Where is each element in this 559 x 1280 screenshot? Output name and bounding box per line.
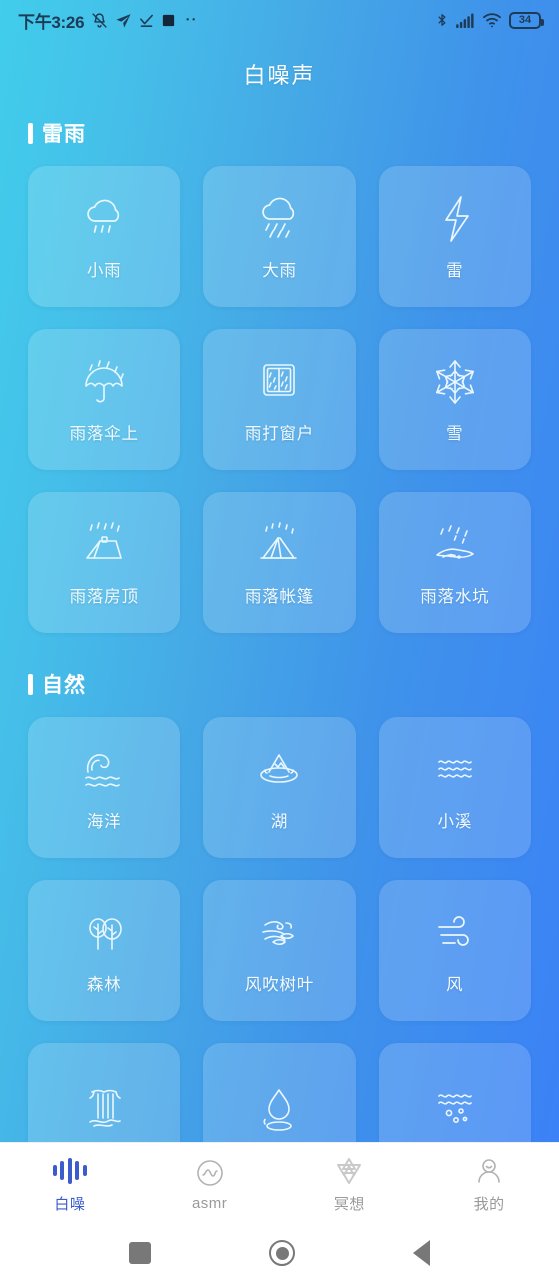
heavy-rain-cloud-icon [251, 193, 307, 245]
sound-card-label: 风 [446, 975, 464, 994]
waveform-icon [52, 1156, 87, 1186]
sound-card-thunder[interactable]: 雷 [378, 166, 531, 307]
battery-percent: 34 [518, 13, 532, 26]
sound-card-rain-on-window[interactable]: 雨打窗户 [203, 329, 356, 470]
sound-card-forest[interactable]: 森林 [28, 880, 181, 1021]
sound-card-rain-on-puddle[interactable]: 雨落水坑 [378, 492, 531, 633]
sound-list: 雷雨 小雨 大雨 雷 雨落伞上 雨打窗户 雪 雨落房顶 雨落帐篷 雨落水坑 自然… [0, 118, 559, 1142]
sound-card-label: 雨落房顶 [69, 587, 139, 606]
sound-card-label: 雷 [446, 261, 464, 280]
lightning-bolt-icon [427, 193, 483, 245]
snowflake-icon [427, 356, 483, 408]
sound-card-wind[interactable]: 风 [378, 880, 531, 1021]
back-triangle-button[interactable] [413, 1240, 430, 1266]
tab-asmr[interactable]: asmr [140, 1158, 280, 1212]
rain-window-icon [251, 356, 307, 408]
cellular-signal-icon [456, 12, 474, 28]
wifi-icon [483, 13, 501, 28]
waterfall-icon [76, 1082, 132, 1134]
sound-card-rain-on-tent[interactable]: 雨落帐篷 [203, 492, 356, 633]
battery-icon: 34 [509, 11, 544, 29]
status-time: 下午3:26 [18, 12, 85, 32]
phone-screen: 下午3:26 34 白噪声 雷雨 小雨 大雨 雷 雨落伞上 雨打窗户 雪 雨落房… [0, 0, 559, 1280]
bluetooth-icon [438, 14, 446, 26]
sound-card-lake[interactable]: 湖 [203, 717, 356, 858]
tab-label: 我的 [473, 1195, 505, 1213]
app-body: 下午3:26 34 白噪声 雷雨 小雨 大雨 雷 雨落伞上 雨打窗户 雪 雨落房… [0, 0, 559, 1142]
wind-leaves-icon [251, 907, 307, 959]
tab-profile[interactable]: 我的 [419, 1156, 559, 1214]
sound-card-label: 风吹树叶 [244, 975, 315, 994]
send-arrow-icon [116, 13, 131, 28]
sound-card-label: 雨落水坑 [420, 587, 490, 606]
square-icon [163, 14, 175, 26]
forest-trees-icon [76, 907, 132, 959]
section-title: 自然 [42, 674, 86, 697]
sound-card-light-rain[interactable]: 小雨 [28, 166, 181, 307]
mute-bell-icon [92, 12, 107, 28]
sound-card-ocean[interactable]: 海洋 [28, 717, 181, 858]
tab-meditation[interactable]: 冥想 [280, 1156, 420, 1214]
light-rain-cloud-icon [76, 193, 132, 245]
sound-grid-nature: 海洋 湖 小溪 森林 风吹树叶 风 [28, 717, 531, 1142]
umbrella-rain-icon [76, 356, 132, 408]
sound-card-rain-on-umbrella[interactable]: 雨落伞上 [28, 329, 181, 470]
sound-card-snow[interactable]: 雪 [378, 329, 531, 470]
ocean-wave-icon [76, 744, 132, 796]
person-icon [472, 1156, 506, 1186]
tab-label: asmr [191, 1194, 228, 1212]
water-drop-icon [251, 1082, 307, 1134]
sound-card-label: 小溪 [437, 812, 473, 831]
page-title: 白噪声 [243, 63, 316, 88]
sound-card-wind-leaves[interactable]: 风吹树叶 [203, 880, 356, 1021]
bubbles-icon [427, 1082, 483, 1134]
tab-label: 冥想 [333, 1195, 365, 1213]
status-bar-right: 34 [435, 11, 544, 29]
sound-card-stream[interactable]: 小溪 [378, 717, 531, 858]
tab-label: 白噪 [54, 1195, 86, 1213]
android-nav-bar [0, 1226, 559, 1280]
section-accent-bar [28, 673, 33, 695]
section-header-thunderstorm: 雷雨 [28, 118, 531, 148]
check-icon [140, 14, 154, 27]
sound-card-label: 森林 [86, 975, 122, 994]
recents-square-button[interactable] [129, 1242, 151, 1264]
tab-white-noise[interactable]: 白噪 [0, 1156, 140, 1214]
sound-card-rain-on-roof[interactable]: 雨落房顶 [28, 492, 181, 633]
sound-card-label: 小雨 [86, 261, 122, 280]
sound-grid-thunderstorm: 小雨 大雨 雷 雨落伞上 雨打窗户 雪 雨落房顶 雨落帐篷 雨落水坑 [28, 166, 531, 633]
status-bar: 下午3:26 34 [0, 0, 559, 40]
rain-puddle-icon [427, 519, 483, 571]
sound-card-waterfall[interactable] [28, 1043, 181, 1142]
status-bar-left: 下午3:26 [18, 8, 199, 33]
sound-wave-circle-icon [193, 1158, 227, 1188]
six-point-star-icon [332, 1156, 366, 1186]
sound-card-label: 海洋 [86, 812, 122, 831]
sound-card-label: 大雨 [262, 261, 297, 280]
bottom-tab-bar: 白噪 asmr 冥想 我的 [0, 1142, 559, 1226]
sound-card-bubbles[interactable] [378, 1043, 531, 1142]
sound-card-label: 雨落伞上 [69, 424, 139, 443]
rain-tent-icon [251, 519, 307, 571]
home-circle-button[interactable] [269, 1240, 295, 1266]
sound-card-label: 雨打窗户 [244, 424, 315, 443]
sound-card-water-drop[interactable] [203, 1043, 356, 1142]
lake-mountain-icon [251, 744, 307, 796]
rain-roof-icon [76, 519, 132, 571]
section-header-nature: 自然 [28, 669, 531, 699]
section-accent-bar [28, 122, 33, 144]
sound-card-heavy-rain[interactable]: 大雨 [203, 166, 356, 307]
sound-card-label: 雪 [446, 424, 464, 443]
wind-icon [427, 907, 483, 959]
stream-waves-icon [427, 744, 483, 796]
section-title: 雷雨 [42, 123, 86, 146]
sound-card-label: 雨落帐篷 [244, 587, 315, 606]
ellipsis-icon [186, 18, 196, 21]
sound-card-label: 湖 [270, 812, 289, 831]
